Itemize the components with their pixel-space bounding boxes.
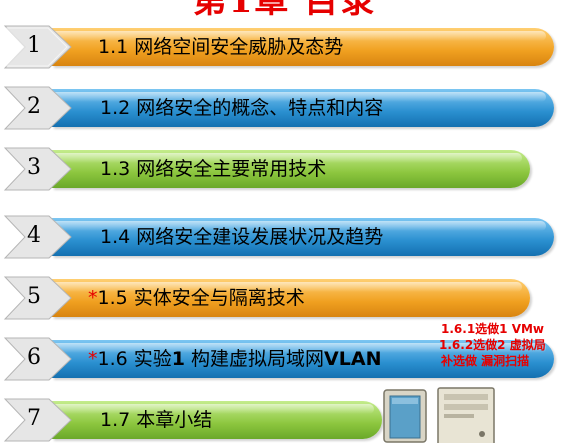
item-label: *1.6 实验1 构建虚拟局域网VLAN	[88, 345, 381, 373]
item-number: 5	[27, 284, 41, 309]
note-line-2: 1.6.2选做2 虚拟局	[439, 338, 546, 352]
page-title: 第1章 目录	[192, 0, 377, 21]
item-number: 4	[27, 223, 41, 248]
toc-item-5[interactable]: 5 *1.5 实体安全与隔离技术	[0, 275, 569, 325]
item-number: 1	[27, 33, 41, 58]
toc-item-4[interactable]: 4 1.4 网络安全建设发展状况及趋势	[0, 214, 569, 264]
item-label: 1.7 本章小结	[100, 406, 212, 434]
note-line-1: 1.6.1选做1 VMw	[441, 322, 545, 336]
item-text: 1.7 本章小结	[100, 409, 213, 431]
item-label: 1.3 网络安全主要常用技术	[100, 155, 326, 183]
item-label: 1.1 网络空间安全威胁及态势	[98, 33, 343, 61]
item-text: 1.1 网络空间安全威胁及态势	[98, 36, 344, 58]
asterisk-marker: *	[88, 287, 98, 309]
item-text-bold-vlan: VLAN	[324, 348, 382, 370]
item-text-prefix: 1.6 实验	[97, 348, 172, 370]
item-text-middle: 构建虚拟局域网	[185, 348, 325, 370]
item-label: 1.2 网络安全的概念、特点和内容	[100, 94, 383, 122]
asterisk-marker: *	[88, 348, 98, 370]
computer-icon	[370, 384, 510, 443]
experiment-notes: 1.6.1选做1 VMw 1.6.2选做2 虚拟局 补选做 漏洞扫描	[439, 322, 569, 370]
toc-item-1[interactable]: 1 1.1 网络空间安全威胁及态势	[0, 24, 569, 74]
item-number: 2	[27, 94, 41, 119]
item-text: 1.5 实体安全与隔离技术	[97, 287, 305, 309]
item-text: 1.3 网络安全主要常用技术	[100, 158, 327, 180]
item-number: 3	[27, 155, 41, 180]
item-text: 1.4 网络安全建设发展状况及趋势	[100, 226, 384, 248]
note-line-3: 补选做 漏洞扫描	[441, 354, 530, 368]
item-text-bold-number: 1	[171, 348, 185, 370]
item-number: 6	[27, 345, 41, 370]
toc-item-3[interactable]: 3 1.3 网络安全主要常用技术	[0, 146, 569, 196]
item-label: *1.5 实体安全与隔离技术	[88, 284, 305, 312]
item-label: 1.4 网络安全建设发展状况及趋势	[100, 223, 383, 251]
item-text: 1.2 网络安全的概念、特点和内容	[100, 97, 384, 119]
item-number: 7	[27, 406, 41, 431]
toc-item-2[interactable]: 2 1.2 网络安全的概念、特点和内容	[0, 85, 569, 135]
slide: 第1章 目录 1 1.1 网络空间安全威胁及态势 2 1.2 网络安全的概念、特…	[0, 0, 569, 443]
